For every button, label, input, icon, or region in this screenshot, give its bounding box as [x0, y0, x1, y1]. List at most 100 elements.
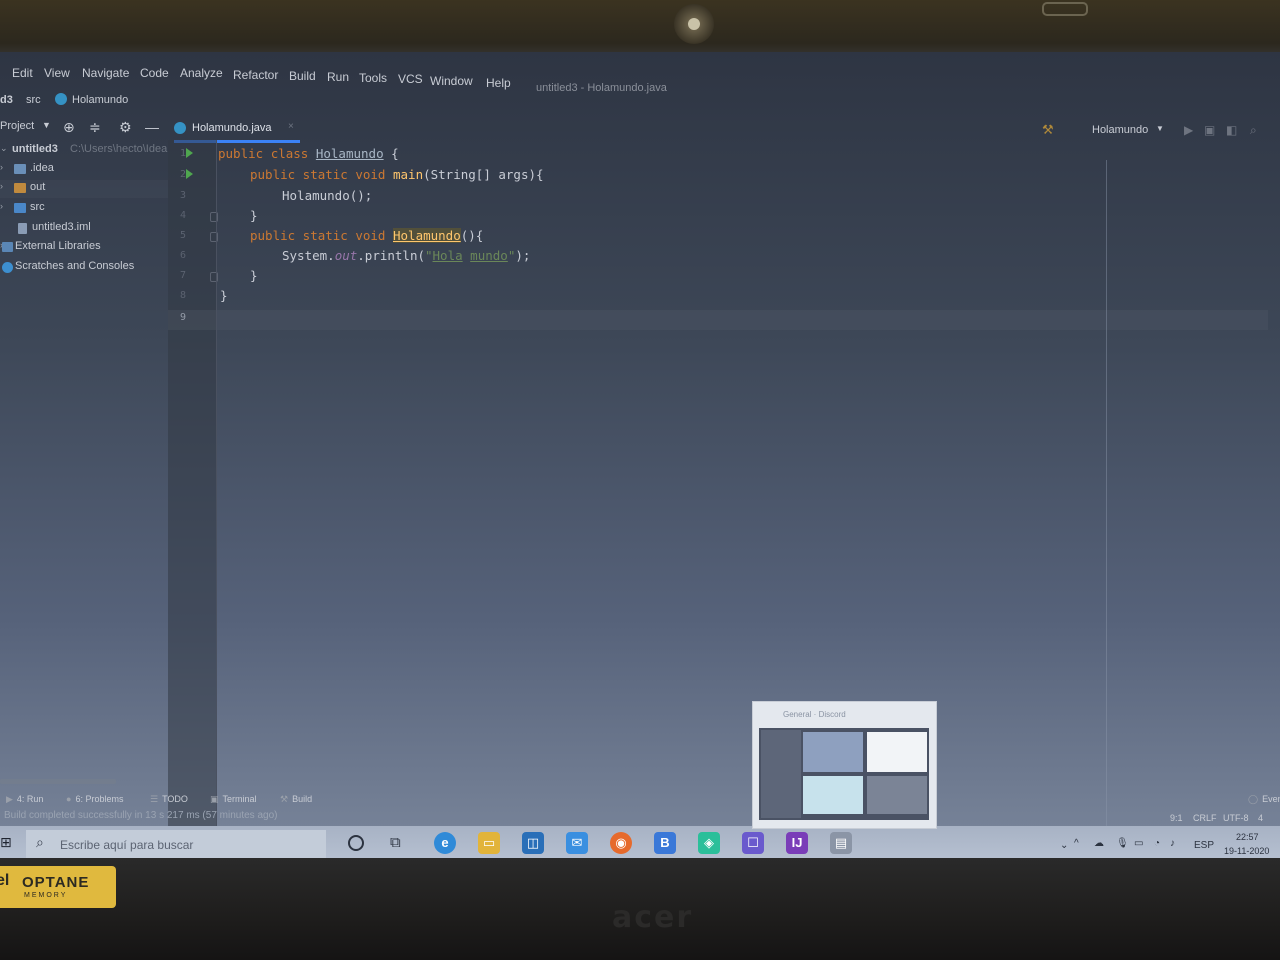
locate-icon[interactable]: ⊕ [63, 119, 75, 136]
project-view-selector[interactable]: Project [0, 120, 34, 132]
tool-tab-run[interactable]: ▶ 4: Run [6, 794, 43, 805]
tree-item-iml[interactable]: untitled3.iml [0, 220, 168, 238]
menu-analyze[interactable]: Analyze [180, 66, 223, 80]
caret-position[interactable]: 9:1 [1170, 813, 1183, 823]
sticker-main: OPTANE [22, 874, 90, 891]
microphone-icon[interactable]: 🎙 [1116, 838, 1129, 849]
cortana-icon[interactable] [348, 835, 364, 851]
hammer-icon[interactable]: ⚒ [1042, 122, 1054, 138]
chevron-down-icon[interactable]: ▼ [42, 120, 51, 130]
file-encoding[interactable]: UTF-8 [1223, 813, 1249, 823]
chevron-right-icon[interactable]: › [0, 162, 3, 172]
volume-icon[interactable]: ♪ [1170, 838, 1175, 849]
line-separator[interactable]: CRLF [1193, 813, 1217, 823]
folder-icon [14, 183, 26, 193]
thumbnail-tile [867, 776, 927, 814]
mail-icon[interactable]: ✉ [566, 832, 588, 854]
breadcrumb-class[interactable]: Holamundo [72, 94, 128, 106]
horizontal-scrollbar[interactable] [0, 779, 116, 784]
menu-navigate[interactable]: Navigate [82, 66, 129, 80]
onedrive-icon[interactable]: ☁ [1094, 838, 1104, 849]
code-text: ); [515, 248, 531, 263]
run-gutter-icon[interactable] [186, 169, 193, 179]
menu-view[interactable]: View [44, 66, 70, 80]
gear-icon[interactable]: ⚙ [119, 119, 132, 136]
thumbnail-sidebar [761, 730, 801, 818]
collapse-all-icon[interactable]: ≑ [89, 119, 101, 136]
tool-tab-problems[interactable]: ● 6: Problems [66, 794, 123, 804]
tree-item-src[interactable]: › src [0, 200, 168, 218]
close-icon[interactable]: × [288, 121, 294, 132]
sticker-brand: el [0, 872, 10, 889]
code-line-1: public class Holamundo { [218, 146, 399, 166]
wifi-icon[interactable]: ◔ [1154, 838, 1160, 849]
taskbar-search-box[interactable]: ⌕ Escribe aquí para buscar [26, 830, 326, 858]
battery-icon[interactable]: ▭ [1134, 838, 1143, 849]
code-line-6: System.out.println("Hola mundo"); [282, 248, 530, 268]
intellij-idea-icon[interactable]: IJ [786, 832, 808, 860]
menu-code[interactable]: Code [140, 66, 169, 80]
run-configuration-selector[interactable]: Holamundo [1092, 124, 1148, 136]
tool-tab-event-log[interactable]: ◯Even [1248, 794, 1280, 805]
menu-help[interactable]: Help [486, 76, 511, 90]
file-explorer-icon[interactable]: ▭ [478, 832, 500, 860]
bootstrap-app-icon[interactable]: B [654, 832, 676, 854]
menu-build[interactable]: Build [289, 69, 316, 83]
chevron-right-icon[interactable]: › [0, 181, 3, 191]
taskbar-thumbnail-preview[interactable]: General · Discord [752, 701, 937, 829]
tool-tab-build[interactable]: ⚒ Build [280, 794, 312, 805]
discord-icon[interactable]: ☐ [742, 832, 764, 860]
webcam-lens [688, 18, 700, 30]
module-file-icon [18, 223, 27, 234]
menu-edit[interactable]: Edit [12, 66, 33, 80]
chevron-down-icon[interactable]: ▼ [1156, 124, 1164, 133]
tree-item-label: src [30, 201, 45, 213]
windows-start-icon[interactable]: ⊞ [0, 834, 12, 851]
store-icon[interactable]: ◫ [522, 832, 544, 854]
chevron-up-icon[interactable]: ^ [1074, 838, 1079, 849]
code-editor[interactable]: public class Holamundo { public static v… [168, 140, 1280, 840]
search-icon[interactable]: ⌕ [1250, 123, 1257, 138]
menu-tools[interactable]: Tools [359, 71, 387, 85]
debug-icon[interactable]: ▣ [1204, 123, 1215, 137]
firefox-icon[interactable]: ◉ [610, 832, 632, 854]
coverage-icon[interactable]: ◧ [1226, 123, 1237, 137]
task-view-icon[interactable]: ⧉ [390, 834, 401, 851]
photos-icon[interactable]: ▤ [830, 832, 852, 854]
event-log-icon: ◯ [1248, 794, 1259, 804]
menu-vcs[interactable]: VCS [398, 72, 423, 86]
hide-panel-icon[interactable]: — [145, 119, 159, 135]
clock-time[interactable]: 22:57 [1236, 832, 1259, 842]
breadcrumb-project[interactable]: d3 [0, 94, 13, 106]
tool-tab-terminal[interactable]: ▣ Terminal [210, 794, 257, 805]
tree-item-idea[interactable]: › .idea [0, 161, 168, 179]
menu-run[interactable]: Run [327, 70, 349, 84]
method-name: main [393, 167, 424, 182]
breadcrumb-src[interactable]: src [26, 94, 41, 106]
code-text: Holamundo(); [282, 188, 373, 203]
tree-item-external-libraries[interactable]: › External Libraries [0, 239, 168, 257]
clock-date[interactable]: 19-11-2020 [1224, 846, 1269, 856]
app-icon[interactable]: ◈ [698, 832, 720, 860]
run-icon[interactable]: ▶ [1184, 123, 1193, 137]
chevron-right-icon[interactable]: › [0, 201, 3, 211]
tree-item-project-root[interactable]: ⌄ untitled3 C:\Users\hecto\Idea [0, 142, 168, 160]
status-message[interactable]: Build completed successfully in 13 s 217… [4, 810, 277, 821]
run-gutter-icon[interactable] [186, 148, 193, 158]
edge-icon[interactable]: e [434, 832, 456, 854]
line-number: 5 [179, 230, 186, 241]
line-number: 3 [179, 190, 186, 201]
right-margin-guide [1106, 160, 1107, 840]
chevron-down-icon[interactable]: ⌄ [0, 143, 8, 154]
code-text: } [250, 268, 258, 283]
menu-refactor[interactable]: Refactor [233, 68, 278, 82]
tree-item-scratches[interactable]: Scratches and Consoles [0, 259, 168, 277]
tree-item-label: untitled3 [12, 143, 58, 155]
tool-tab-todo[interactable]: ☰ TODO [150, 794, 188, 805]
tray-chevron-icon[interactable]: ⌄ [1060, 840, 1068, 851]
tree-item-label: untitled3.iml [32, 221, 91, 233]
menu-window[interactable]: Window [430, 74, 473, 88]
input-language[interactable]: ESP [1194, 840, 1214, 851]
tree-item-out[interactable]: › out [0, 180, 168, 198]
class-name: Holamundo [315, 146, 384, 161]
